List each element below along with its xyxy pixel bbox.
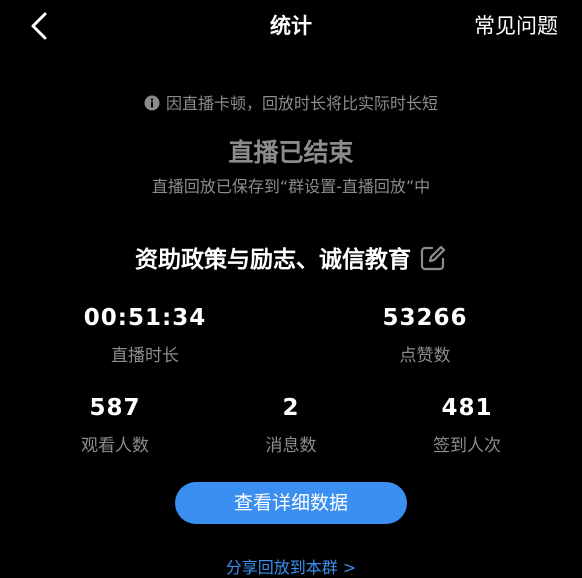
edit-icon[interactable] (419, 244, 447, 272)
lag-notice: 因直播卡顿，回放时长将比实际时长短 (0, 90, 582, 114)
faq-link[interactable]: 常见问题 (474, 10, 558, 40)
stat-duration-value: 00:51:34 (83, 305, 207, 331)
live-title-row: 资助政策与励志、诚信教育 (0, 240, 582, 274)
view-detail-button[interactable]: 查看详细数据 (175, 482, 407, 524)
stat-viewers-value: 587 (89, 395, 141, 421)
live-title: 资助政策与励志、诚信教育 (135, 247, 411, 273)
notice-text: 因直播卡顿，回放时长将比实际时长短 (165, 94, 438, 113)
stat-duration: 00:51:34 直播时长 (60, 305, 230, 366)
stat-viewers-label: 观看人数 (81, 436, 149, 456)
share-replay-link[interactable]: 分享回放到本群 > (0, 554, 582, 578)
info-icon (144, 95, 160, 111)
top-bar: 统计 常见问题 (0, 0, 582, 52)
stat-likes: 53266 点赞数 (340, 305, 510, 366)
stat-viewers: 587 观看人数 (40, 395, 190, 456)
stat-messages-value: 2 (282, 395, 300, 421)
live-ended-text: 直播已结束 (228, 138, 354, 167)
stat-checkins: 481 签到人次 (392, 395, 542, 456)
stat-duration-label: 直播时长 (111, 346, 179, 366)
stat-messages-label: 消息数 (265, 436, 317, 456)
stat-likes-value: 53266 (382, 305, 468, 331)
stat-checkins-label: 签到人次 (433, 436, 501, 456)
stat-messages: 2 消息数 (216, 395, 366, 456)
stat-checkins-value: 481 (441, 395, 493, 421)
stat-likes-label: 点赞数 (399, 346, 451, 366)
replay-saved-note: 直播回放已保存到“群设置-直播回放”中 (151, 177, 431, 196)
